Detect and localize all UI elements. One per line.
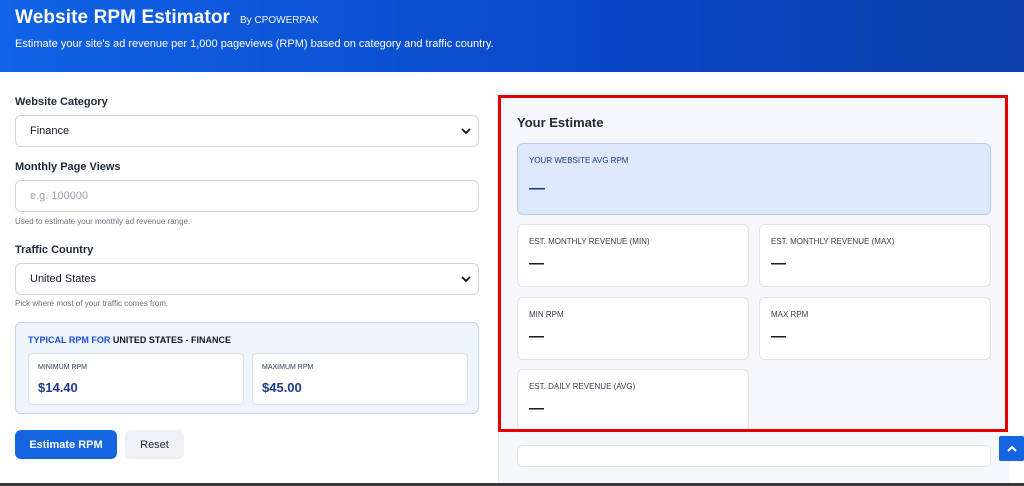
country-label: Traffic Country [15, 244, 94, 256]
monthly-min-label: EST. MONTHLY REVENUE (MIN) [529, 237, 650, 246]
typical-rpm-title: TYPICAL RPM FOR UNITED STATES - FINANCE [28, 335, 231, 345]
result-bar [517, 445, 991, 467]
chevron-down-icon [461, 276, 471, 283]
title-row: Website RPM Estimator By CPOWERPAK [15, 7, 319, 29]
monthly-max-label: EST. MONTHLY REVENUE (MAX) [771, 237, 895, 246]
max-rpm-result-value: — [771, 328, 786, 345]
max-rpm-card: MAXIMUM RPM $45.00 [252, 353, 468, 405]
page-subtitle: Estimate your site's ad revenue per 1,00… [15, 38, 494, 50]
country-help: Pick where most of your traffic comes fr… [15, 299, 169, 308]
page-title: Website RPM Estimator [15, 7, 231, 28]
page-header: Website RPM Estimator By CPOWERPAK Estim… [0, 0, 1024, 72]
estimate-panel: Your Estimate YOUR WEBSITE AVG RPM — EST… [498, 96, 1010, 486]
daily-revenue-card: EST. DAILY REVENUE (AVG) — [517, 369, 749, 432]
max-rpm-result-card: MAX RPM — [759, 297, 991, 360]
pageviews-label: Monthly Page Views [15, 161, 121, 173]
country-select-value: United States [30, 273, 97, 285]
daily-revenue-value: — [529, 400, 544, 417]
estimate-rpm-button[interactable]: Estimate RPM [15, 430, 117, 459]
avg-rpm-label: YOUR WEBSITE AVG RPM [529, 156, 629, 165]
monthly-max-card: EST. MONTHLY REVENUE (MAX) — [759, 224, 991, 287]
monthly-max-value: — [771, 255, 786, 272]
reset-button[interactable]: Reset [125, 430, 184, 459]
max-rpm-result-label: MAX RPM [771, 310, 809, 319]
max-rpm-value: $45.00 [262, 380, 302, 395]
avg-rpm-value: — [529, 180, 545, 197]
estimate-title: Your Estimate [517, 115, 604, 130]
monthly-min-value: — [529, 255, 544, 272]
max-rpm-label: MAXIMUM RPM [262, 364, 314, 371]
pageviews-input[interactable]: e.g. 100000 [15, 180, 479, 212]
min-rpm-label: MINIMUM RPM [38, 364, 87, 371]
byline: By CPOWERPAK [240, 15, 319, 26]
country-select[interactable]: United States [15, 263, 479, 295]
pageviews-help: Used to estimate your monthly ad revenue… [15, 217, 191, 226]
avg-rpm-card: YOUR WEBSITE AVG RPM — [517, 143, 991, 215]
min-rpm-result-card: MIN RPM — [517, 297, 749, 360]
min-rpm-result-label: MIN RPM [529, 310, 564, 319]
category-select-value: Finance [30, 125, 70, 137]
category-select[interactable]: Finance [15, 115, 479, 147]
chevron-up-icon [1006, 445, 1017, 452]
min-rpm-value: $14.40 [38, 380, 78, 395]
monthly-min-card: EST. MONTHLY REVENUE (MIN) — [517, 224, 749, 287]
chevron-down-icon [461, 128, 471, 135]
daily-revenue-label: EST. DAILY REVENUE (AVG) [529, 382, 636, 391]
category-label: Website Category [15, 96, 108, 108]
min-rpm-result-value: — [529, 328, 544, 345]
min-rpm-card: MINIMUM RPM $14.40 [28, 353, 244, 405]
scroll-to-top-button[interactable] [999, 436, 1024, 461]
typical-rpm-selection: UNITED STATES - FINANCE [112, 335, 232, 345]
typical-rpm-box: TYPICAL RPM FOR UNITED STATES - FINANCE … [15, 322, 479, 414]
typical-rpm-prefix: TYPICAL RPM FOR [28, 335, 111, 345]
